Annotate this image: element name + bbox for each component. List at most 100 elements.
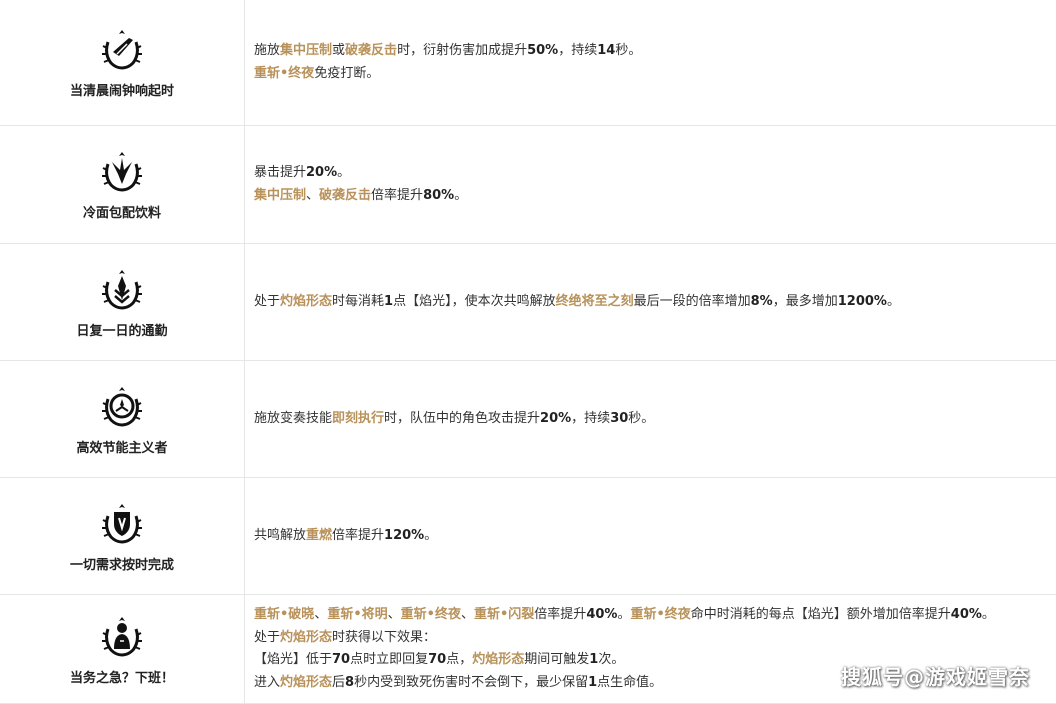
text-segment: 进入 — [254, 674, 281, 690]
text-segment: 、 — [314, 607, 328, 622]
text-segment: 点时立即回复 — [350, 652, 429, 667]
text-segment: 后 — [332, 674, 346, 690]
keyword-highlight: 重燃 — [306, 527, 333, 543]
skill-description: 暴击提升20%。 集中压制、破袭反击倍率提升80%。 — [245, 126, 1056, 243]
text-segment: 最后一段的倍率增加 — [633, 293, 751, 309]
text-segment: 免疫打断。 — [314, 65, 380, 81]
text-segment: 倍率提升 — [332, 527, 385, 543]
burst-emblem-icon — [102, 152, 142, 192]
text-segment: 时每消耗 — [332, 293, 385, 309]
table-row: 高效节能主义者 施放变奏技能即刻执行时，队伍中的角色攻击提升20%，持续30秒。 — [0, 361, 1056, 478]
number-value: 70 — [428, 652, 447, 667]
skill-name: 一切需求按时完成 — [69, 557, 174, 573]
keyword-highlight: 灼焰形态 — [280, 674, 333, 690]
text-segment: ，持续 — [558, 43, 598, 58]
keyword-highlight: 破袭反击 — [319, 187, 372, 203]
text-segment: 秒。 — [628, 410, 655, 426]
skill-name: 冷面包配饮料 — [82, 206, 161, 221]
text-segment: 。 — [617, 607, 631, 622]
text-segment: 。 — [454, 187, 468, 203]
text-segment: 期间可触发 — [524, 652, 590, 667]
keyword-highlight: 灼焰形态 — [280, 293, 333, 309]
skill-name: 当务之急？下班！ — [69, 670, 174, 686]
number-value: 8 — [345, 674, 355, 690]
text-segment: 。 — [886, 293, 900, 309]
keyword-highlight: 重斩•破晓 — [254, 607, 315, 622]
number-value: 70 — [332, 652, 351, 667]
text-segment: 暴击提升 — [254, 165, 307, 180]
number-value: 20% — [540, 410, 572, 426]
skill-cell: 高效节能主义者 — [0, 361, 245, 477]
text-segment: 、 — [387, 607, 401, 622]
text-segment: 倍率提升 — [534, 607, 587, 622]
table-row: 日复一日的通勤 处于灼焰形态时每消耗1点【焰光】，使本次共鸣解放终绝将至之刻最后一… — [0, 244, 1056, 361]
text-segment: 点生命值。 — [597, 674, 663, 690]
text-segment: 点【焰光】，使本次共鸣解放 — [393, 293, 556, 309]
description-line: 施放变奏技能即刻执行时，队伍中的角色攻击提升20%，持续30秒。 — [254, 408, 1056, 431]
description-line: 集中压制、破袭反击倍率提升80%。 — [254, 185, 1056, 208]
text-segment: 秒。 — [615, 43, 642, 58]
text-segment: 。 — [981, 607, 995, 622]
figure-emblem-icon — [102, 616, 142, 657]
text-segment: 、 — [306, 187, 320, 203]
text-segment: 施放 — [254, 43, 281, 58]
keyword-highlight: 即刻执行 — [332, 410, 385, 426]
keyword-highlight: 重斩•闪裂 — [473, 607, 535, 622]
description-line: 处于灼焰形态时获得以下效果： — [254, 627, 1056, 650]
keyword-highlight: 灼焰形态 — [472, 652, 525, 667]
skill-name: 高效节能主义者 — [76, 440, 168, 456]
skill-description: 处于灼焰形态时每消耗1点【焰光】，使本次共鸣解放终绝将至之刻最后一段的倍率增加8… — [245, 244, 1056, 360]
keyword-highlight: 集中压制 — [280, 43, 333, 58]
description-line: 共鸣解放重燃倍率提升120%。 — [254, 525, 1056, 548]
number-value: 1 — [589, 652, 599, 667]
text-segment: 命中时消耗的每点【焰光】额外增加倍率提升 — [690, 607, 951, 622]
skill-cell: 冷面包配饮料 — [0, 126, 245, 243]
keyword-highlight: 重斩•终夜 — [400, 607, 461, 622]
keyword-highlight: 重斩•终夜 — [254, 65, 315, 81]
number-value: 20% — [306, 165, 338, 180]
clock-emblem-icon — [102, 386, 142, 427]
number-value: 1 — [588, 674, 598, 690]
skill-name: 日复一日的通勤 — [76, 323, 168, 339]
number-value: 40% — [950, 607, 982, 622]
skill-description: 共鸣解放重燃倍率提升120%。 — [245, 478, 1056, 594]
skill-cell: 日复一日的通勤 — [0, 244, 245, 360]
text-segment: 秒内受到致死伤害时不会倒下，最少保留 — [354, 674, 589, 690]
keyword-highlight: 重斩•终夜 — [630, 607, 691, 622]
text-segment: 处于 — [254, 293, 281, 309]
text-segment: 【焰光】低于 — [254, 652, 333, 667]
keyword-highlight: 终绝将至之刻 — [555, 293, 634, 309]
text-segment: 、 — [460, 607, 474, 622]
number-value: 14 — [597, 43, 616, 58]
number-value: 30 — [610, 410, 629, 426]
text-segment: 共鸣解放 — [254, 527, 307, 543]
skill-name: 当清晨闹钟响起时 — [69, 84, 174, 99]
skill-description: 施放集中压制或破袭反击时，衍射伤害加成提升50%，持续14秒。 重斩•终夜免疫打断… — [245, 0, 1056, 125]
text-segment: 施放变奏技能 — [254, 410, 333, 426]
text-segment: 时获得以下效果： — [332, 629, 437, 645]
skill-cell: 当务之急？下班！ — [0, 595, 245, 703]
text-segment: 时，队伍中的角色攻击提升 — [384, 410, 541, 426]
number-value: 8% — [750, 293, 773, 309]
skill-cell: 一切需求按时完成 — [0, 478, 245, 594]
description-line: 暴击提升20%。 — [254, 162, 1056, 185]
number-value: 120% — [384, 527, 425, 543]
text-segment: 。 — [424, 527, 438, 543]
text-segment: 次。 — [598, 652, 625, 667]
description-line: 处于灼焰形态时每消耗1点【焰光】，使本次共鸣解放终绝将至之刻最后一段的倍率增加8… — [254, 291, 1056, 314]
description-line: 重斩•破晓、重斩•将明、重斩•终夜、重斩•闪裂倍率提升40%。重斩•终夜命中时消… — [254, 604, 1056, 627]
keyword-highlight: 破袭反击 — [345, 43, 398, 58]
watermark: 搜狐号@游戏姬雪奈 — [841, 665, 1030, 689]
text-segment: 处于 — [254, 629, 281, 645]
text-segment: 。 — [337, 165, 351, 180]
keyword-highlight: 重斩•将明 — [327, 607, 388, 622]
table-row: 当清晨闹钟响起时 施放集中压制或破袭反击时，衍射伤害加成提升50%，持续14秒。重… — [0, 0, 1056, 126]
skill-description: 施放变奏技能即刻执行时，队伍中的角色攻击提升20%，持续30秒。 — [245, 361, 1056, 477]
description-line: 施放集中压制或破袭反击时，衍射伤害加成提升50%，持续14秒。 — [254, 40, 1056, 63]
blade-emblem-icon — [102, 30, 142, 70]
number-value: 1 — [384, 293, 394, 309]
number-value: 50% — [527, 43, 559, 58]
text-segment: 点， — [446, 652, 473, 667]
text-segment: 倍率提升 — [371, 187, 424, 203]
description-line: 重斩•终夜免疫打断。 — [254, 63, 1056, 86]
